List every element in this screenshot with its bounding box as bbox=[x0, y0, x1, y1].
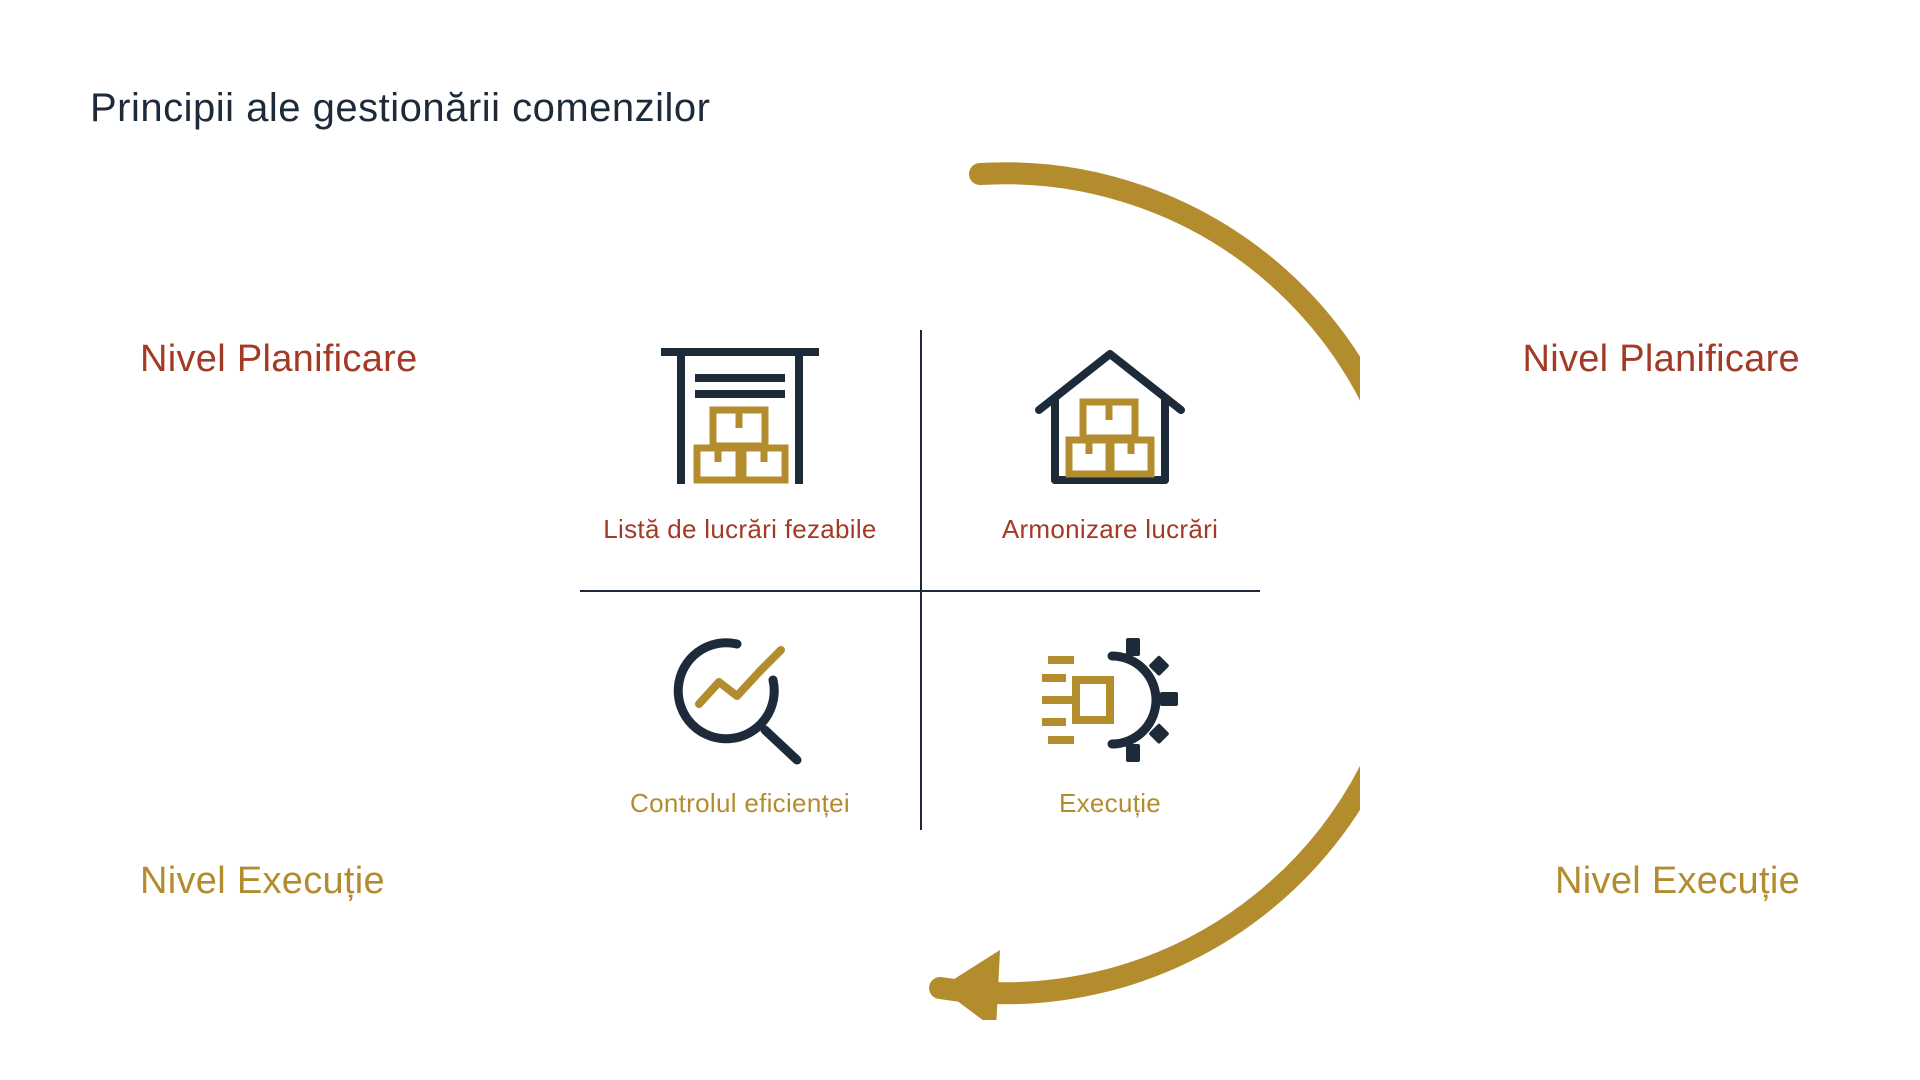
grid-divider-vertical bbox=[920, 330, 922, 830]
quadrant-label: Execuție bbox=[940, 788, 1280, 819]
gear-process-icon bbox=[940, 630, 1280, 770]
quadrant-harmonize: Armonizare lucrări bbox=[940, 330, 1280, 545]
level-label-top-left: Nivel Planificare bbox=[140, 338, 418, 381]
level-label-bottom-left: Nivel Execuție bbox=[140, 860, 385, 903]
quadrant-execution: Execuție bbox=[940, 620, 1280, 819]
quadrant-feasible-list: Listă de lucrări fezabile bbox=[570, 330, 910, 545]
quadrant-label: Listă de lucrări fezabile bbox=[570, 514, 910, 545]
quadrant-label: Armonizare lucrări bbox=[940, 514, 1280, 545]
page-title: Principii ale gestionării comenzilor bbox=[90, 86, 710, 131]
quadrant-efficiency-control: Controlul eficienței bbox=[570, 620, 910, 819]
diagram-stage: Nivel Planificare Nivel Planificare Nive… bbox=[0, 140, 1920, 1020]
quadrant-label: Controlul eficienței bbox=[570, 788, 910, 819]
level-label-bottom-right: Nivel Execuție bbox=[1555, 860, 1800, 903]
magnifier-chart-icon bbox=[570, 630, 910, 770]
level-label-top-right: Nivel Planificare bbox=[1522, 338, 1800, 381]
quadrant-grid: Listă de lucrări fezabile bbox=[560, 310, 1280, 850]
warehouse-house-icon bbox=[940, 330, 1280, 490]
warehouse-dock-icon bbox=[570, 330, 910, 490]
